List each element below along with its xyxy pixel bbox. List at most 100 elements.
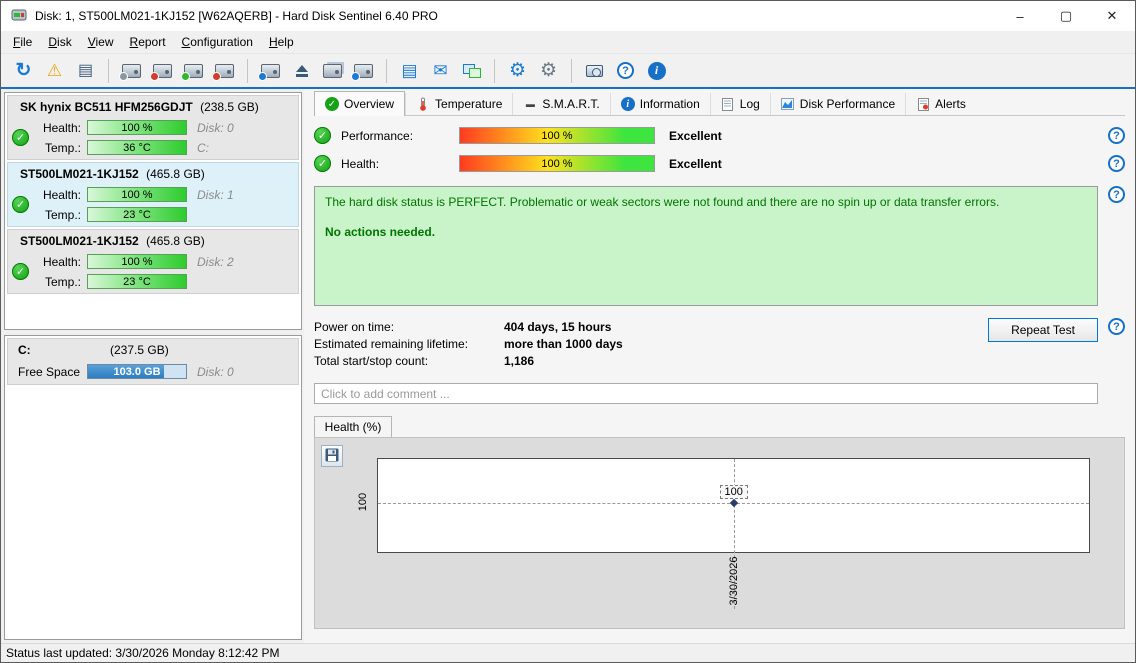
health-bar-value: 100 % — [121, 188, 153, 201]
disk-list-item-1-selected[interactable]: ST500LM021-1KJ152 (465.8 GB) ✓ Health: 1… — [7, 162, 299, 227]
status-action-text: No actions needed. — [325, 225, 436, 239]
stat-value: 1,186 — [504, 353, 535, 368]
disk-name: SK hynix BC511 HFM256GDJT — [20, 100, 193, 114]
maximize-button[interactable]: ▢ — [1043, 1, 1089, 31]
screenshot-camera-icon[interactable] — [580, 57, 609, 85]
tab-information[interactable]: i Information — [609, 93, 710, 115]
disk-index: Disk: 0 — [197, 120, 234, 135]
temp-label: Temp.: — [44, 140, 81, 155]
disk-detect-icon[interactable] — [117, 57, 146, 85]
partition-list-item[interactable]: C: (237.5 GB) Free Space 103.0 GB Disk: … — [7, 338, 299, 385]
report-icon[interactable]: ▤ — [71, 57, 100, 85]
main-panel: ✓ Overview Temperature ▬ S.M.A.R.T. i In… — [304, 89, 1135, 643]
chart-point-label: 100 — [719, 485, 748, 499]
menu-file[interactable]: File — [5, 32, 40, 52]
temp-bar-value: 23 °C — [123, 275, 151, 288]
health-bar: 100 % — [87, 187, 187, 202]
temp-label: Temp.: — [44, 274, 81, 289]
tab-label: Information — [639, 97, 700, 111]
temp-bar-value: 23 °C — [123, 208, 151, 221]
stat-value: 404 days, 15 hours — [504, 319, 612, 334]
preferences-gear-icon[interactable]: ⚙ — [534, 57, 563, 85]
log-panel-icon[interactable]: ▤ — [395, 57, 424, 85]
stats-help-icon[interactable]: ? — [1108, 318, 1125, 335]
status-message-text: The hard disk status is PERFECT. Problem… — [325, 195, 1000, 209]
tab-smart[interactable]: ▬ S.M.A.R.T. — [512, 93, 609, 115]
menu-report[interactable]: Report — [122, 32, 174, 52]
eject-icon[interactable] — [287, 57, 316, 85]
info-icon[interactable]: i — [642, 57, 671, 85]
disk-status-ok-icon: ✓ — [12, 263, 29, 280]
refresh-glyph: ↻ — [15, 60, 32, 81]
performance-help-icon[interactable]: ? — [1108, 127, 1125, 144]
close-button[interactable]: ✕ — [1089, 1, 1135, 31]
disk-list-item-0[interactable]: SK hynix BC511 HFM256GDJT (238.5 GB) ✓ H… — [7, 95, 299, 160]
performance-gauge-bar: 100 % — [459, 127, 655, 144]
disk-copy-icon[interactable] — [318, 57, 347, 85]
repeat-test-button[interactable]: Repeat Test — [988, 318, 1098, 342]
stat-value: more than 1000 days — [504, 336, 623, 351]
tab-alerts[interactable]: Alerts — [905, 93, 976, 115]
menu-help[interactable]: Help — [261, 32, 302, 52]
performance-rating: Excellent — [669, 128, 722, 143]
chart-tab-health[interactable]: Health (%) — [314, 416, 392, 437]
health-rating: Excellent — [669, 156, 722, 171]
overview-check-icon: ✓ — [325, 97, 339, 111]
drive-letter: C: — [197, 140, 209, 155]
menu-view[interactable]: View — [80, 32, 122, 52]
help-icon[interactable]: ? — [611, 57, 640, 85]
partition-size: (237.5 GB) — [110, 343, 169, 357]
stat-start-stop-count: Total start/stop count: 1,186 — [314, 352, 988, 369]
hdd-glyph — [351, 63, 373, 81]
sidebar: SK hynix BC511 HFM256GDJT (238.5 GB) ✓ H… — [1, 89, 304, 643]
tab-disk-performance[interactable]: Disk Performance — [769, 93, 905, 115]
hdd-glyph — [119, 63, 141, 81]
alerts-page-icon — [916, 97, 930, 111]
toolbar-separator — [108, 58, 109, 83]
hdd-glyph — [150, 63, 172, 81]
disk-reject-icon[interactable] — [210, 57, 239, 85]
help-glyph: ? — [617, 62, 634, 79]
thermometer-icon — [416, 97, 430, 111]
partition-list-panel: C: (237.5 GB) Free Space 103.0 GB Disk: … — [4, 335, 302, 640]
performance-ok-icon: ✓ — [314, 127, 331, 144]
refresh-icon[interactable]: ↻ — [9, 57, 38, 85]
tab-label: Alerts — [935, 97, 966, 111]
tab-overview[interactable]: ✓ Overview — [314, 91, 406, 116]
surface-alert-icon[interactable]: ⚠ — [40, 57, 69, 85]
save-chart-button[interactable] — [321, 445, 343, 467]
menu-disk[interactable]: Disk — [40, 32, 79, 52]
toolbar-separator — [494, 58, 495, 83]
toolbar: ↻ ⚠ ▤ ▤ ✉ ⚙ ⚙ ? i — [1, 53, 1135, 87]
performance-label: Performance: — [341, 128, 414, 143]
comment-input[interactable] — [314, 383, 1098, 404]
status-help-icon[interactable]: ? — [1108, 186, 1125, 203]
tab-log[interactable]: Log — [709, 93, 770, 115]
disk-remove-icon[interactable] — [148, 57, 177, 85]
status-bar: Status last updated: 3/30/2026 Monday 8:… — [1, 643, 1135, 662]
optical-drive-icon[interactable] — [256, 57, 285, 85]
menu-configuration[interactable]: Configuration — [174, 32, 261, 52]
settings-gear-icon[interactable]: ⚙ — [503, 57, 532, 85]
window-controls: – ▢ ✕ — [997, 1, 1135, 31]
health-help-icon[interactable]: ? — [1108, 155, 1125, 172]
temp-bar: 23 °C — [87, 274, 187, 289]
stat-power-on-time: Power on time: 404 days, 15 hours — [314, 318, 988, 335]
minimize-button[interactable]: – — [997, 1, 1043, 31]
disk-status-ok-icon: ✓ — [12, 196, 29, 213]
status-bar-text: Status last updated: 3/30/2026 Monday 8:… — [6, 646, 280, 660]
disk-transfer-icon[interactable] — [349, 57, 378, 85]
disk-accept-icon[interactable] — [179, 57, 208, 85]
menu-bar: File Disk View Report Configuration Help — [1, 31, 1135, 53]
title-bar: Disk: 1, ST500LM021-1KJ152 [W62AQERB] - … — [1, 1, 1135, 31]
health-label: Health: — [42, 120, 81, 135]
network-disks-icon[interactable] — [457, 57, 486, 85]
performance-gauge-value: 100 % — [541, 129, 573, 142]
badge — [119, 71, 128, 81]
health-label: Health: — [42, 187, 81, 202]
tab-temperature[interactable]: Temperature — [405, 93, 512, 115]
send-mail-icon[interactable]: ✉ — [426, 57, 455, 85]
health-ok-icon: ✓ — [314, 155, 331, 172]
tab-label: Temperature — [435, 97, 503, 111]
disk-list-item-2[interactable]: ST500LM021-1KJ152 (465.8 GB) ✓ Health: 1… — [7, 229, 299, 294]
